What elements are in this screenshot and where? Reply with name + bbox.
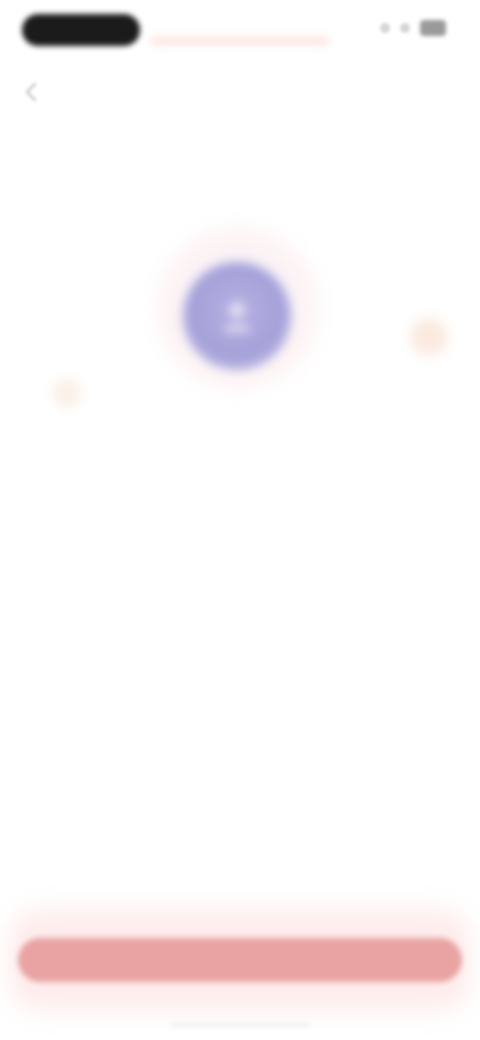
back-button[interactable] [18, 78, 46, 106]
user-icon [223, 302, 251, 332]
status-icons [380, 20, 446, 36]
status-highlight [150, 36, 330, 46]
chevron-left-icon [25, 82, 37, 102]
signal-icon [380, 23, 390, 33]
primary-action-button[interactable] [18, 938, 462, 982]
hero-illustration [0, 180, 480, 440]
home-indicator [170, 1022, 310, 1027]
wifi-icon [400, 23, 410, 33]
battery-icon [420, 20, 446, 36]
decorative-dot-icon [52, 378, 82, 408]
avatar [183, 262, 291, 370]
status-bar [0, 0, 480, 64]
decorative-sparkle-icon [410, 318, 448, 356]
status-time-pill [22, 14, 140, 46]
